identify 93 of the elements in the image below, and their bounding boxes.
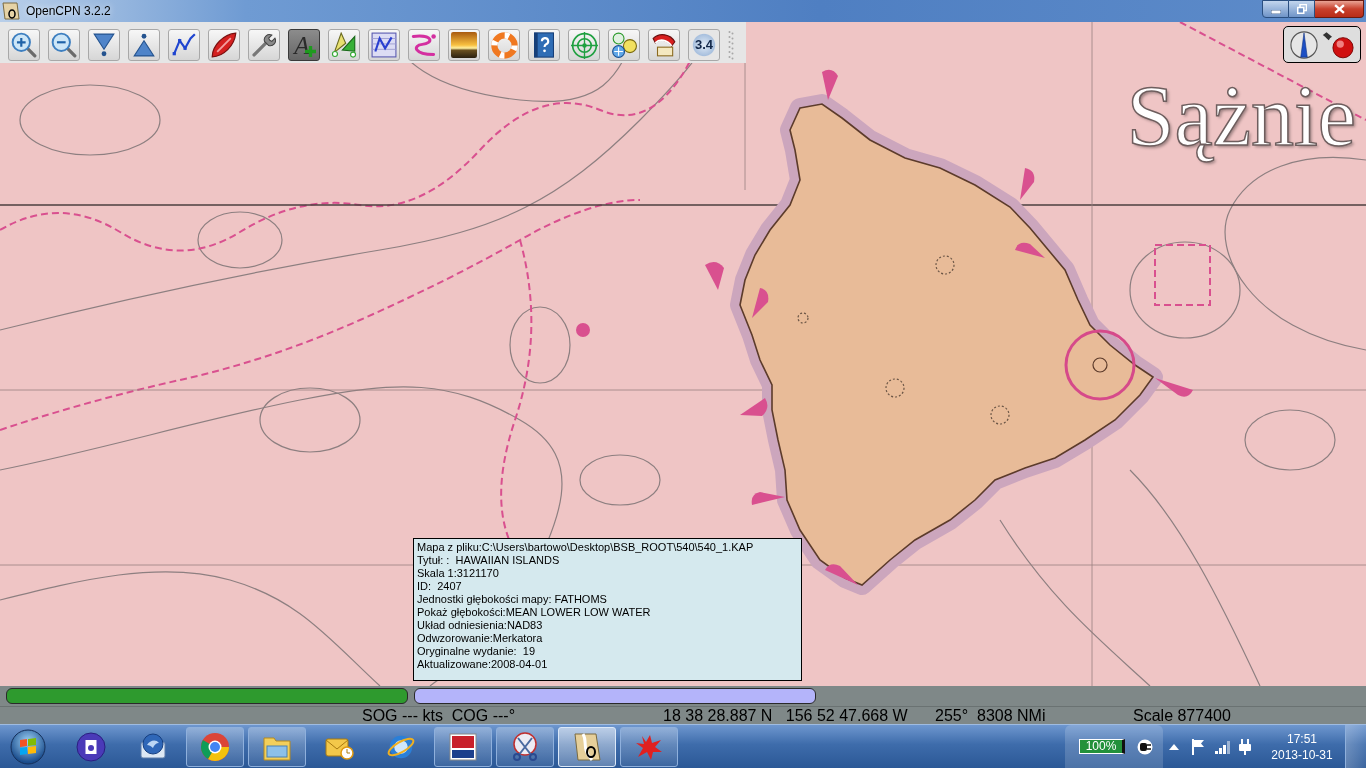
light-flare [752,288,769,318]
range-circle [1064,329,1136,401]
peak-mark [797,312,809,324]
gps-status-icon [1321,30,1355,59]
about-button[interactable]: 3.4 [688,29,720,61]
chart-info-text: Tytuł: : HAWAIIAN ISLANDS [417,554,560,567]
settings-button[interactable] [248,29,280,61]
light-flare [740,398,768,416]
flag-icon [1190,738,1206,755]
route-button[interactable] [168,29,200,61]
window-title: OpenCPN 3.2.2 [26,3,111,19]
power-status-button[interactable]: 100% [1065,725,1163,768]
chart-info-text: Układ odniesienia:NAD83 [417,619,543,632]
restricted-area-outline [1154,244,1211,306]
chart-info-text: Jednostki głębokości mapy: FATHOMS [417,593,607,606]
power-plug-icon [1237,738,1253,755]
chart-info-text: Skala 1:3121170 [417,567,499,580]
peak-mark [990,405,1010,425]
round-app-icon [76,731,106,762]
light-flare [751,492,785,505]
close-icon [1333,4,1345,14]
zoom-out-icon [51,32,77,58]
scale-down-button[interactable] [88,29,120,61]
color-scheme-button[interactable] [448,29,480,61]
peak-mark [935,255,955,275]
clock-button[interactable]: 17:51 2013-10-31 [1262,726,1342,767]
plug-icon [1137,738,1153,755]
boat-button[interactable] [208,29,240,61]
tides-button[interactable] [328,29,360,61]
compass-icon [1289,30,1318,59]
grip-icon [728,30,734,60]
triangles-icon [331,32,357,58]
polyline-icon [171,32,197,58]
light-flare [705,262,724,290]
down-triangle-icon [93,33,115,57]
peak-mark [885,378,905,398]
browser-icon [200,731,230,762]
mail-bird-icon [138,731,168,762]
signal-bars-icon [1215,739,1231,754]
up-triangle-icon [133,33,155,57]
boat-icon [211,32,237,58]
light-flare [822,69,838,100]
scale-text: Scale 877400 [1133,707,1231,724]
chart-info-text: ID: 2407 [417,580,462,593]
gauges-icon [611,32,637,58]
chart-info-text: Pokaż głębokości:MEAN LOWER LOW WATER [417,606,651,619]
light-flare [1015,242,1045,258]
taskbar-button[interactable] [434,726,492,767]
light-flare [825,564,858,585]
orb-icon [10,728,46,765]
plugin-button[interactable] [648,29,680,61]
help-button[interactable] [528,29,560,61]
up-arrow-icon [1169,743,1179,750]
chart-tile-icon [572,731,602,762]
scissors-icon [510,731,540,762]
restore-icon [1296,4,1307,14]
sog-cog-text: SOG --- kts COG ---° [362,707,517,724]
logo-tile-icon [448,731,478,762]
dashboard-button[interactable] [608,29,640,61]
battery-gauge: 100% [1079,739,1125,754]
banner-icon [651,32,677,58]
crosshair-icon [570,31,598,59]
chart-info-text: Aktualizowane:2008-04-01 [417,658,548,671]
close-button[interactable] [1315,0,1364,18]
light-flare [1020,168,1035,200]
sunset-icon [451,32,477,58]
bearing-range-text: 255° 8308 NMi [935,707,1047,724]
chart-key[interactable] [414,688,816,704]
cursor-position-text: 18 38 28.887 N 156 52 47.668 W [663,707,909,724]
chart-key[interactable] [6,688,408,704]
taskbar-button[interactable] [496,726,554,767]
help-book-icon [534,32,554,58]
wrench-icon [252,33,276,57]
track-button[interactable] [408,29,440,61]
lifebuoy-icon [490,31,518,59]
minimize-button[interactable] [1262,0,1289,18]
target-button[interactable] [568,29,600,61]
buoy-dot [576,323,590,337]
chart-info-text: Odwzorowanie:Merkatora [417,632,543,645]
zoom-in-icon [11,32,37,58]
route-manager-button[interactable] [368,29,400,61]
minimize-icon [1270,10,1281,14]
zoom-in-button[interactable] [8,29,40,61]
zoom-out-button[interactable] [48,29,80,61]
scale-up-button[interactable] [128,29,160,61]
chart-info-text: Oryginalne wydanie: 19 [417,645,535,658]
lifebuoy-button[interactable] [488,29,520,61]
graph-paper-icon [371,32,397,58]
squiggle-icon [411,32,437,58]
app-icon [2,2,20,20]
restore-button[interactable] [1289,0,1315,18]
light-flare [1155,378,1193,397]
chart-info-text: Mapa z pliku:C:\Users\bartowo\Desktop\BSB_ROOT\540\540_1.KAP [417,541,754,554]
